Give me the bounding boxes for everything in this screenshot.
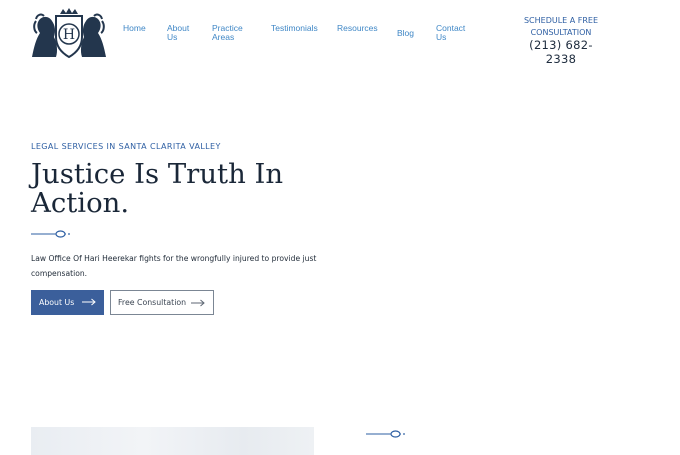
hero-eyebrow: LEGAL SERVICES IN SANTA CLARITA VALLEY — [31, 142, 221, 151]
nav-about-us[interactable]: About Us — [167, 24, 195, 42]
free-consultation-button[interactable]: Free Consultation — [110, 290, 214, 315]
nav-home[interactable]: Home — [123, 24, 146, 33]
divider-ornament-icon — [31, 230, 70, 238]
nav-blog[interactable]: Blog — [397, 29, 414, 38]
free-consultation-button-label: Free Consultation — [118, 298, 187, 307]
section-image — [31, 427, 314, 455]
about-us-button-label: About Us — [39, 298, 75, 307]
nav-resources[interactable]: Resources — [337, 24, 378, 33]
nav-practice-areas[interactable]: Practice Areas — [212, 24, 248, 42]
phone-number-link[interactable]: (213) 682-2338 — [515, 38, 607, 66]
arrow-right-icon — [82, 298, 96, 306]
schedule-consultation-link[interactable]: SCHEDULE A FREE CONSULTATION — [522, 15, 600, 38]
hero-title: Justice Is Truth In Action. — [31, 158, 284, 219]
about-us-button[interactable]: About Us — [31, 290, 104, 315]
lion-crest-logo-icon[interactable]: H — [30, 7, 108, 59]
nav-contact-us[interactable]: Contact Us — [436, 24, 470, 42]
logo-monogram: H — [63, 27, 75, 43]
divider-ornament-icon — [366, 430, 405, 438]
hero-description: Law Office Of Hari Heerekar fights for t… — [31, 254, 317, 278]
nav-testimonials[interactable]: Testimonials — [271, 24, 318, 33]
arrow-right-icon — [191, 299, 205, 307]
site-header: H Home About Us Practice Areas Testimoni… — [0, 0, 680, 70]
